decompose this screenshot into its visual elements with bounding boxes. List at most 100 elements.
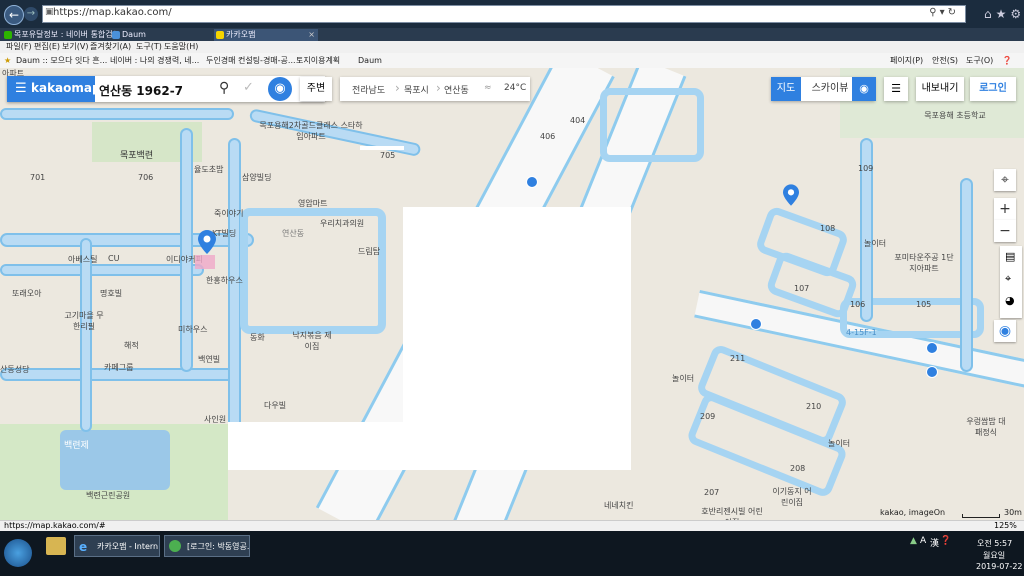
menu-view[interactable]: 보기(V): [62, 41, 88, 53]
back-button[interactable]: ←: [4, 5, 24, 25]
taskbar-app-label: [로그인: 박동영공...: [187, 542, 250, 551]
map-label: 산동성당: [0, 365, 30, 374]
weather-temp: 24°C: [504, 83, 527, 93]
kakaomap-logo: kakaomap: [31, 81, 101, 95]
breadcrumb-province[interactable]: 전라남도: [352, 83, 385, 96]
skyview-button[interactable]: 스카이뷰: [805, 77, 855, 101]
app-icon: [169, 540, 181, 552]
export-button[interactable]: 내보내기: [916, 77, 964, 101]
taskbar-ie[interactable]: e 카카오맵 - Intern...: [74, 535, 160, 557]
bus-stop-icon[interactable]: [926, 342, 938, 354]
breadcrumb-dong[interactable]: 연산동: [444, 83, 469, 96]
menu-help[interactable]: 도움말(H): [164, 41, 198, 53]
breadcrumb: 전라남도 › 목포시 › 연산동 ≈ 24°C: [340, 77, 530, 101]
map-label: 미하우스: [178, 325, 208, 334]
map-label: 연산동: [282, 229, 305, 238]
taskbar-app[interactable]: [로그인: 박동영공...: [164, 535, 250, 557]
pin-button[interactable]: ◉: [852, 77, 876, 101]
menu-edit[interactable]: 편집(E): [34, 41, 60, 53]
radius-icon[interactable]: ◕: [1005, 294, 1015, 307]
map-label: 106: [850, 300, 866, 309]
tab-kakaomap[interactable]: 카카오맵 ×: [214, 29, 318, 41]
map-label: 705: [380, 151, 396, 160]
road: [0, 264, 204, 276]
fav-land[interactable]: 토지이용계획: [296, 55, 340, 66]
tab-label: 목포유달정보 : 네이버 통합검색: [14, 30, 116, 39]
scale-label: 30m: [1004, 508, 1022, 517]
breadcrumb-city[interactable]: 목포시: [404, 83, 429, 96]
menu-file[interactable]: 파일(F): [6, 41, 32, 53]
plus-icon: +: [999, 201, 1011, 217]
scale-bar: [962, 514, 1000, 518]
bus-stop-icon[interactable]: [750, 318, 762, 330]
minus-icon: −: [999, 223, 1011, 239]
favorites-star-icon[interactable]: ★: [4, 55, 11, 66]
ime-a-icon[interactable]: A: [920, 536, 926, 546]
nearby-button[interactable]: 주변: [300, 77, 332, 101]
road: [0, 108, 234, 120]
explorer-icon[interactable]: [46, 537, 66, 555]
daum-icon: [112, 31, 120, 39]
roadview-icon[interactable]: ▤: [1005, 250, 1015, 263]
map-canvas[interactable]: 아파트 목포백련 701 706 율도초밥 삼양빌딩 영암마트 죽이야기 KT빌…: [0, 68, 1024, 520]
address-actions[interactable]: ⚲▾↻: [929, 7, 959, 18]
help-tray-icon[interactable]: ❓: [940, 536, 951, 546]
my-location-pin-button[interactable]: ◉: [268, 77, 292, 101]
safety-menu[interactable]: 안전(S): [932, 55, 958, 66]
bus-stop-icon[interactable]: [926, 366, 938, 378]
search-input[interactable]: 연산동 1962-7: [99, 82, 183, 99]
menu-button[interactable]: ☰ kakaomap: [7, 76, 101, 102]
blank-region: [228, 422, 404, 470]
fav-daum[interactable]: Daum :: 모으다 잇다 흔...: [16, 55, 107, 66]
location-marker-icon[interactable]: [783, 184, 799, 206]
tools-menu[interactable]: 도구(O): [966, 55, 993, 66]
tab-naver[interactable]: 목포유달정보 : 네이버 통합검색: [2, 29, 116, 41]
clock-day: 월요일: [983, 551, 1006, 560]
place-pin-button[interactable]: ◉: [994, 320, 1016, 342]
zoom-out-button[interactable]: −: [994, 220, 1016, 242]
location-marker-icon[interactable]: [198, 230, 216, 254]
fav-naver[interactable]: 네이버 : 나의 경쟁력, 네...: [110, 55, 199, 66]
tab-label: Daum: [122, 30, 146, 39]
map-label: 영암마트: [298, 199, 328, 208]
check-icon[interactable]: ✓: [243, 80, 254, 95]
road: [80, 238, 92, 432]
bus-stop-icon[interactable]: [526, 176, 538, 188]
map-label: 또래오아: [12, 289, 42, 298]
close-icon[interactable]: ×: [308, 29, 315, 41]
menu-favorites[interactable]: 즐겨찾기(A): [90, 41, 131, 53]
map-label: 108: [820, 224, 836, 233]
login-button[interactable]: 로그인: [970, 77, 1016, 101]
map-label: 놀이터: [864, 239, 887, 248]
map-label: 백련제: [64, 441, 89, 451]
help-icon[interactable]: ❓: [1002, 55, 1012, 66]
start-button[interactable]: [4, 539, 32, 567]
map-label: CU: [108, 254, 120, 263]
current-location-button[interactable]: ⌖: [994, 169, 1016, 191]
home-star-gear-icons[interactable]: ⌂★⚙: [984, 7, 1024, 21]
map-label: 207: [704, 488, 720, 497]
search-icon[interactable]: ⚲: [219, 80, 229, 96]
page-menu[interactable]: 페이지(P): [890, 55, 923, 66]
forward-button[interactable]: →: [24, 7, 38, 21]
zoom-level[interactable]: 125%: [994, 521, 1017, 530]
map-label: 백연빌: [198, 355, 221, 364]
ime-hanja-icon[interactable]: 漢: [930, 536, 939, 549]
map-label: 호반리젠시빌 어린이집: [701, 507, 763, 520]
menu-tools[interactable]: 도구(T): [136, 41, 162, 53]
clock-time: 오전 5:57: [977, 539, 1013, 548]
tab-daum[interactable]: Daum: [110, 29, 214, 41]
network-icon[interactable]: ▲: [910, 536, 917, 546]
zoom-in-button[interactable]: +: [994, 198, 1016, 220]
address-bar[interactable]: ▣ https://map.kakao.com/ ⚲▾↻: [42, 5, 966, 23]
map-label: 목포용해2차골드클래스 스타하임아파트: [259, 121, 363, 141]
distance-icon[interactable]: ⌖: [1005, 272, 1011, 286]
layers-button[interactable]: ☰: [884, 77, 908, 101]
map-label: 죽이야기: [214, 209, 244, 218]
map-view-button[interactable]: 지도: [771, 77, 801, 101]
map-label: 208: [790, 464, 806, 473]
map-label: 211: [730, 354, 746, 363]
copyright: kakao, imageOn: [880, 508, 946, 517]
fav-duin[interactable]: 두인경매 컨설팅-경매-공...: [206, 55, 296, 66]
fav-daum-2[interactable]: Daum: [358, 55, 382, 66]
